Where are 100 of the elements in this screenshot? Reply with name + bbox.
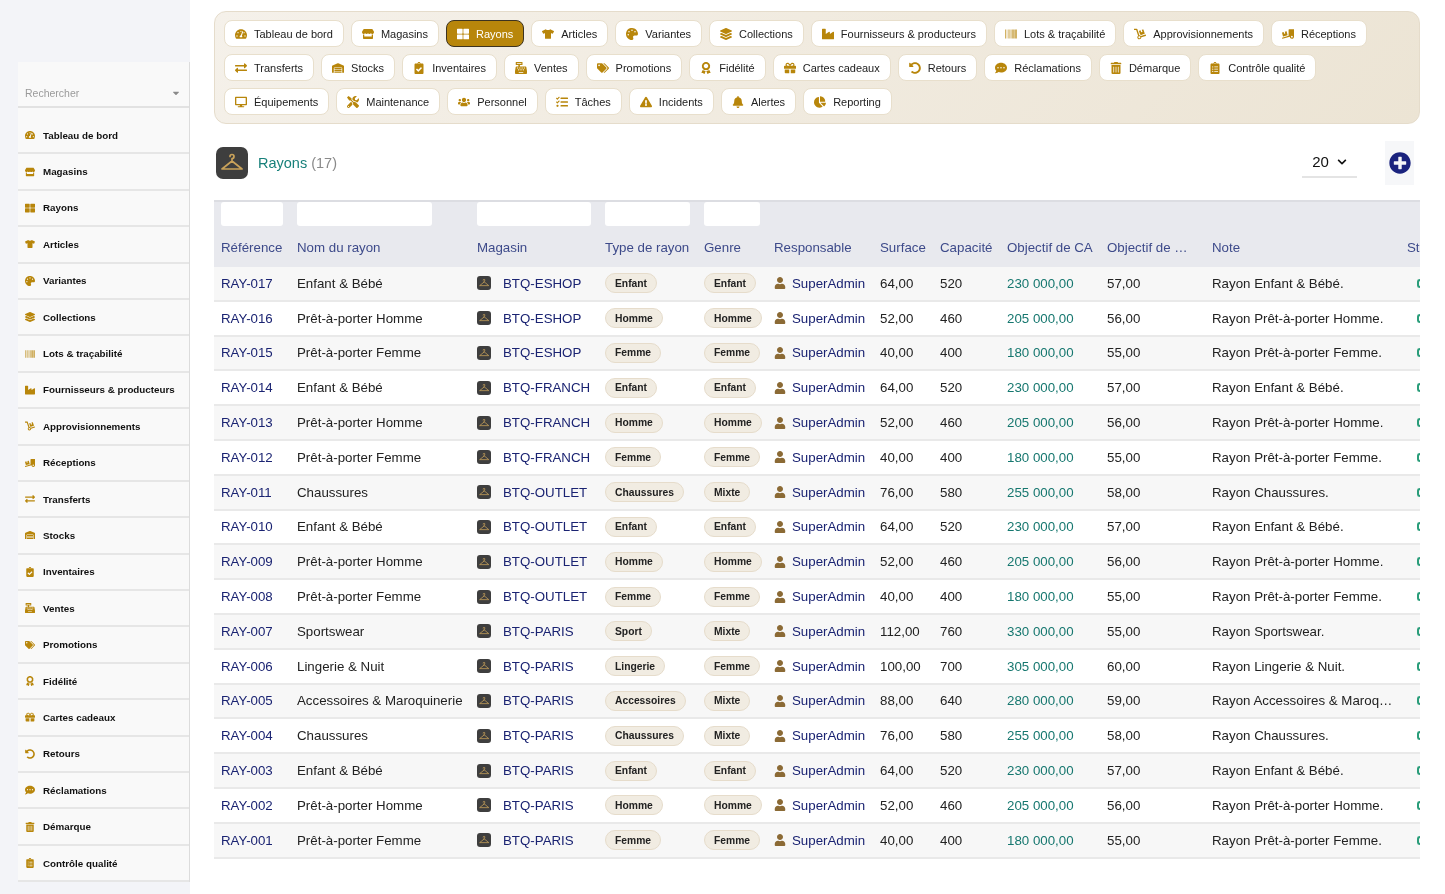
module-tab[interactable]: Réclamations — [984, 54, 1092, 81]
store-link[interactable]: BTQ-FRANCH — [503, 449, 591, 465]
module-tab[interactable]: Retours — [897, 54, 978, 81]
module-tab[interactable]: Tableau de bord — [224, 20, 344, 47]
filter-input[interactable] — [221, 202, 283, 226]
column-header[interactable]: Capacité — [940, 240, 993, 256]
sidebar-item[interactable]: Articles — [18, 227, 189, 264]
module-tab[interactable]: Lots & traçabilité — [993, 20, 1117, 47]
module-tab[interactable]: Fidélité — [689, 54, 766, 81]
store-link[interactable]: BTQ-PARIS — [503, 623, 574, 639]
page-size-select[interactable]: 20 — [1302, 147, 1357, 178]
user-link[interactable]: SuperAdmin — [792, 449, 866, 465]
module-tab[interactable]: Ventes — [503, 54, 579, 81]
store-link[interactable]: BTQ-FRANCH — [503, 380, 591, 396]
column-header[interactable]: Responsable — [774, 240, 852, 256]
module-tab[interactable]: Inventaires — [402, 54, 497, 81]
reference-link[interactable]: RAY-005 — [221, 693, 273, 709]
sidebar-item[interactable]: Fournisseurs & producteurs — [18, 372, 189, 410]
module-tab[interactable]: Variantes — [615, 20, 702, 47]
column-header[interactable]: Objectif de … — [1107, 240, 1188, 256]
column-header[interactable]: Nom du rayon — [297, 240, 381, 256]
user-link[interactable]: SuperAdmin — [792, 658, 866, 674]
reference-link[interactable]: RAY-011 — [221, 484, 272, 500]
user-link[interactable]: SuperAdmin — [792, 623, 866, 639]
module-tab[interactable]: Approvisionnements — [1123, 20, 1264, 47]
reference-link[interactable]: RAY-017 — [221, 275, 273, 291]
module-tab[interactable]: Transferts — [224, 54, 315, 81]
module-tab[interactable]: Tâches — [544, 88, 622, 115]
reference-link[interactable]: RAY-015 — [221, 345, 273, 361]
column-header[interactable]: Objectif de CA — [1007, 240, 1093, 256]
module-tab[interactable]: Incidents — [628, 88, 714, 115]
store-link[interactable]: BTQ-PARIS — [503, 693, 574, 709]
module-tab[interactable]: Collections — [709, 20, 804, 47]
user-link[interactable]: SuperAdmin — [792, 763, 866, 779]
sidebar-item[interactable]: Stocks — [18, 518, 189, 555]
store-link[interactable]: BTQ-ESHOP — [503, 310, 582, 326]
sidebar-item[interactable]: Inventaires — [18, 554, 189, 592]
user-link[interactable]: SuperAdmin — [792, 693, 866, 709]
user-link[interactable]: SuperAdmin — [792, 275, 866, 291]
column-header[interactable]: Type de rayon — [605, 240, 690, 256]
user-link[interactable]: SuperAdmin — [792, 310, 866, 326]
store-link[interactable]: BTQ-OUTLET — [503, 554, 588, 570]
user-link[interactable]: SuperAdmin — [792, 380, 866, 396]
user-link[interactable]: SuperAdmin — [792, 554, 866, 570]
reference-link[interactable]: RAY-004 — [221, 728, 273, 744]
reference-link[interactable]: RAY-013 — [221, 415, 273, 431]
filter-input[interactable] — [605, 202, 690, 226]
module-tab[interactable]: Reporting — [803, 88, 892, 115]
module-tab[interactable]: Personnel — [447, 88, 538, 115]
user-link[interactable]: SuperAdmin — [792, 832, 866, 848]
module-tab[interactable]: Articles — [531, 20, 609, 47]
column-header[interactable]: Genre — [704, 240, 741, 256]
store-link[interactable]: BTQ-PARIS — [503, 728, 574, 744]
sidebar-item[interactable]: Contrôle qualité — [18, 845, 189, 883]
module-tab[interactable]: Maintenance — [336, 88, 441, 115]
reference-link[interactable]: RAY-001 — [221, 832, 273, 848]
reference-link[interactable]: RAY-006 — [221, 658, 273, 674]
sidebar-item[interactable]: Retours — [18, 736, 189, 774]
sidebar-item[interactable]: Collections — [18, 299, 189, 337]
store-link[interactable]: BTQ-PARIS — [503, 832, 574, 848]
store-link[interactable]: BTQ-OUTLET — [503, 519, 588, 535]
reference-link[interactable]: RAY-007 — [221, 623, 273, 639]
store-link[interactable]: BTQ-ESHOP — [503, 345, 582, 361]
reference-link[interactable]: RAY-010 — [221, 519, 273, 535]
sidebar-item[interactable]: Transferts — [18, 481, 189, 519]
sidebar-item[interactable]: Lots & traçabilité — [18, 336, 189, 373]
column-header[interactable]: Magasin — [477, 240, 528, 256]
reference-link[interactable]: RAY-003 — [221, 763, 273, 779]
reference-link[interactable]: RAY-012 — [221, 449, 273, 465]
sidebar-item[interactable]: Cartes cadeaux — [18, 700, 189, 737]
sidebar-item[interactable]: Réclamations — [18, 773, 189, 810]
sidebar-item[interactable]: Promotions — [18, 627, 189, 664]
column-header[interactable]: Référence — [221, 240, 283, 256]
filter-input[interactable] — [704, 202, 760, 226]
module-tab[interactable]: Réceptions — [1270, 20, 1367, 47]
add-button[interactable] — [1385, 140, 1414, 185]
search-field[interactable]: Rechercher — [18, 86, 189, 108]
sidebar-item[interactable]: Magasins — [18, 154, 189, 191]
reference-link[interactable]: RAY-009 — [221, 554, 273, 570]
module-tab[interactable]: Alertes — [720, 88, 797, 115]
module-tab[interactable]: Stocks — [321, 54, 396, 81]
user-link[interactable]: SuperAdmin — [792, 797, 866, 813]
store-link[interactable]: BTQ-OUTLET — [503, 484, 588, 500]
user-link[interactable]: SuperAdmin — [792, 589, 866, 605]
store-link[interactable]: BTQ-OUTLET — [503, 589, 588, 605]
user-link[interactable]: SuperAdmin — [792, 519, 866, 535]
sidebar-item[interactable]: Variantes — [18, 263, 189, 300]
reference-link[interactable]: RAY-008 — [221, 589, 273, 605]
user-link[interactable]: SuperAdmin — [792, 345, 866, 361]
module-tab[interactable]: Cartes cadeaux — [772, 54, 891, 81]
sidebar-item[interactable]: Tableau de bord — [18, 118, 189, 155]
reference-link[interactable]: RAY-002 — [221, 797, 273, 813]
sidebar-item[interactable]: Approvisionnements — [18, 409, 189, 446]
module-tab[interactable]: Fournisseurs & producteurs — [810, 20, 987, 47]
module-tab[interactable]: Contrôle qualité — [1198, 54, 1317, 81]
store-link[interactable]: BTQ-PARIS — [503, 658, 574, 674]
filter-input[interactable] — [297, 202, 432, 226]
sidebar-item[interactable]: Réceptions — [18, 445, 189, 482]
reference-link[interactable]: RAY-014 — [221, 380, 273, 396]
column-header[interactable]: St — [1407, 240, 1420, 256]
